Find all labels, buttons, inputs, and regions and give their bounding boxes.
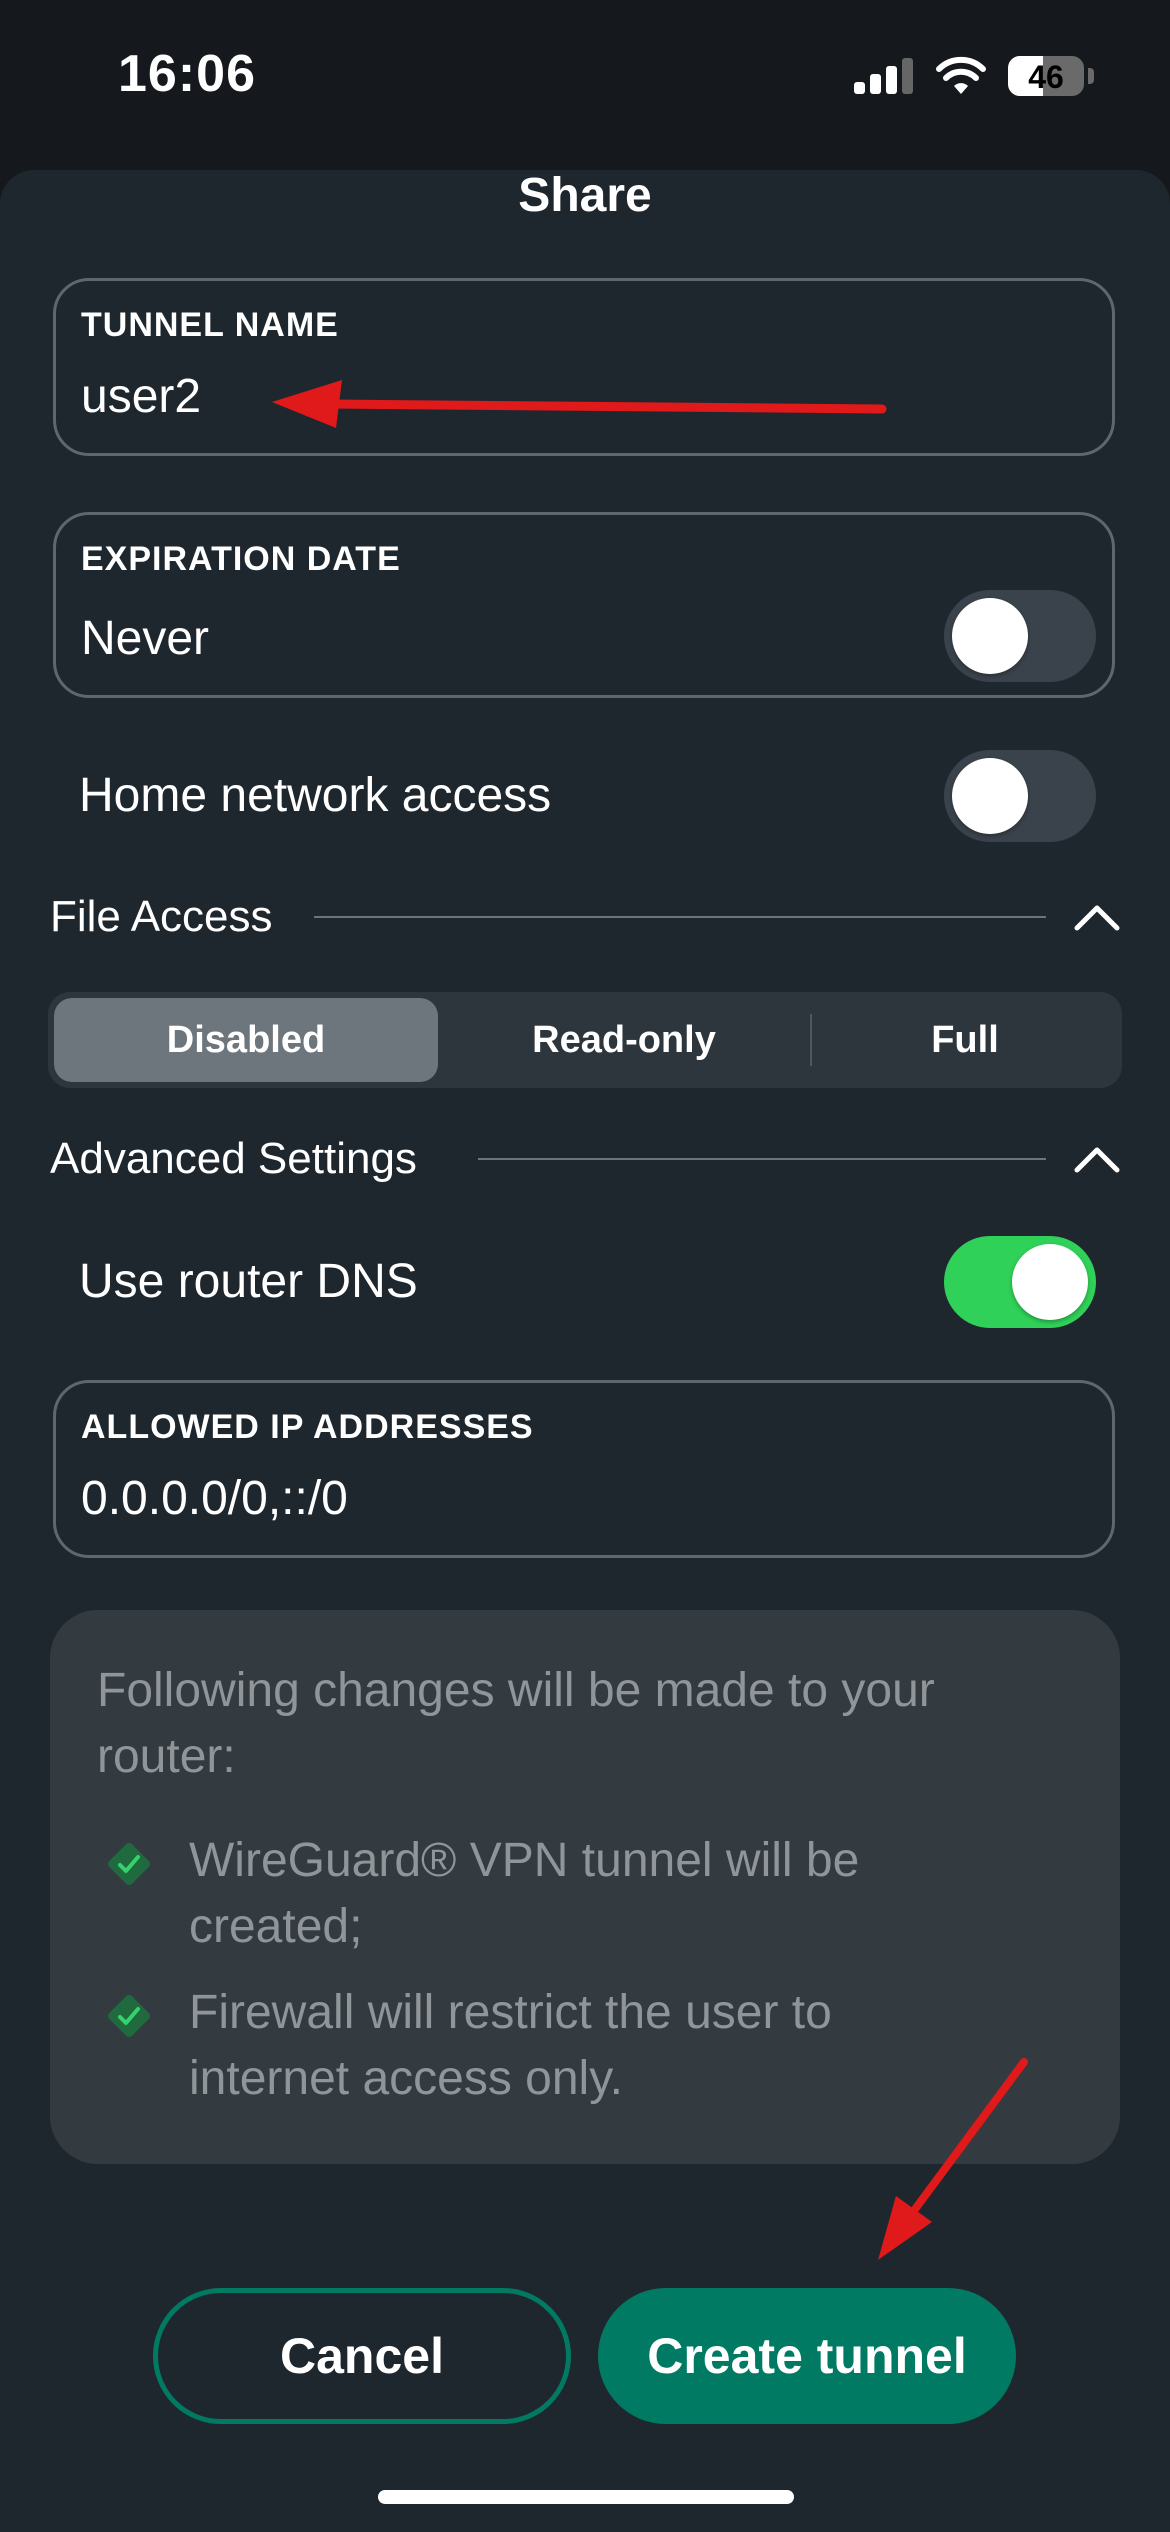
changes-info-heading: Following changes will be made to your r…	[97, 1664, 935, 1783]
cancel-button[interactable]: Cancel	[153, 2288, 571, 2424]
section-divider	[314, 916, 1046, 918]
file-access-segmented-control: Disabled Read-only Full	[48, 992, 1122, 1088]
section-divider	[478, 1158, 1046, 1160]
home-network-access-toggle[interactable]	[944, 750, 1096, 842]
allowed-ip-addresses-label: ALLOWED IP ADDRESSES	[81, 1408, 534, 1446]
check-icon	[108, 1843, 150, 1885]
changes-info-item: WireGuard® VPN tunnel will be created;	[189, 1834, 860, 1953]
battery-icon: 46	[1008, 56, 1084, 96]
use-router-dns-toggle[interactable]	[944, 1236, 1096, 1328]
file-access-option-disabled[interactable]: Disabled	[54, 998, 438, 1082]
segment-divider	[810, 1014, 812, 1066]
chevron-up-icon[interactable]	[1073, 1144, 1121, 1174]
changes-info-panel: Following changes will be made to your r…	[50, 1610, 1120, 2164]
toggle-knob	[952, 758, 1028, 834]
home-indicator	[378, 2490, 794, 2504]
status-bar: 16:06 46	[0, 0, 1170, 170]
sheet-title: Share	[518, 169, 652, 222]
allowed-ip-addresses-field[interactable]: ALLOWED IP ADDRESSES 0.0.0.0/0,::/0	[53, 1380, 1115, 1558]
chevron-up-icon[interactable]	[1073, 902, 1121, 932]
file-access-option-read-only[interactable]: Read-only	[444, 998, 804, 1082]
toggle-knob	[952, 598, 1028, 674]
expiration-date-label: EXPIRATION DATE	[81, 540, 401, 578]
battery-level: 46	[1028, 59, 1064, 95]
status-time: 16:06	[118, 45, 256, 103]
battery-tip	[1088, 68, 1094, 84]
tunnel-name-field[interactable]: TUNNEL NAME user2	[53, 278, 1115, 456]
expiration-toggle[interactable]	[944, 590, 1096, 682]
cellular-signal-icon	[854, 58, 914, 94]
wifi-icon	[936, 56, 986, 94]
file-access-title: File Access	[50, 892, 273, 941]
allowed-ip-addresses-value[interactable]: 0.0.0.0/0,::/0	[81, 1471, 348, 1526]
tunnel-name-label: TUNNEL NAME	[81, 306, 339, 344]
create-tunnel-button[interactable]: Create tunnel	[598, 2288, 1016, 2424]
check-icon	[108, 1995, 150, 2037]
changes-info-item: Firewall will restrict the user to inter…	[189, 1986, 832, 2105]
tunnel-name-value[interactable]: user2	[81, 369, 201, 424]
use-router-dns-label: Use router DNS	[79, 1255, 418, 1308]
advanced-settings-title: Advanced Settings	[50, 1134, 417, 1183]
file-access-option-full[interactable]: Full	[814, 998, 1116, 1082]
toggle-knob	[1012, 1244, 1088, 1320]
home-network-access-label: Home network access	[79, 769, 552, 822]
expiration-date-value: Never	[81, 612, 210, 665]
